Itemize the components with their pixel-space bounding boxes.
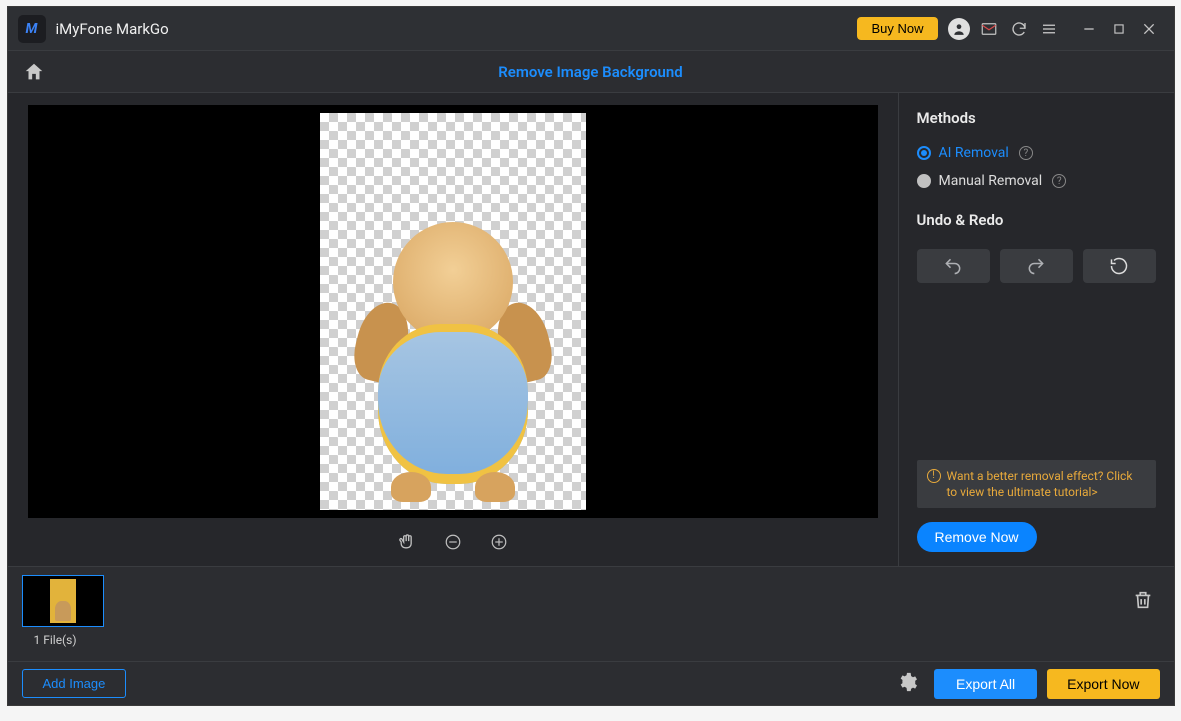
buy-now-button[interactable]: Buy Now bbox=[857, 17, 937, 40]
canvas-area bbox=[8, 93, 899, 566]
thumbnail-1[interactable] bbox=[22, 575, 104, 627]
undo-redo-row bbox=[917, 249, 1156, 283]
mode-title: Remove Image Background bbox=[20, 63, 1162, 81]
help-icon[interactable]: ? bbox=[1052, 174, 1066, 188]
side-panel: Methods AI Removal ? Manual Removal ? Un… bbox=[899, 93, 1174, 566]
radio-checked-icon bbox=[917, 146, 931, 160]
app-window: M iMyFone MarkGo Buy Now Remove bbox=[7, 6, 1175, 706]
zoom-in-icon[interactable] bbox=[488, 531, 510, 553]
footer-bar: Add Image Export All Export Now bbox=[8, 661, 1174, 705]
minimize-icon[interactable] bbox=[1076, 16, 1102, 42]
export-now-button[interactable]: Export Now bbox=[1047, 669, 1159, 699]
close-icon[interactable] bbox=[1136, 16, 1162, 42]
transparency-checker bbox=[320, 113, 586, 510]
radio-unchecked-icon bbox=[917, 174, 931, 188]
tutorial-tip-text: Want a better removal effect? Click to v… bbox=[947, 468, 1146, 500]
help-icon[interactable]: ? bbox=[1019, 146, 1033, 160]
mail-icon[interactable] bbox=[976, 16, 1002, 42]
canvas[interactable] bbox=[28, 105, 878, 518]
maximize-icon[interactable] bbox=[1106, 16, 1132, 42]
methods-heading: Methods bbox=[917, 109, 1156, 127]
redo-button[interactable] bbox=[1000, 249, 1073, 283]
thumbnail-preview bbox=[50, 579, 76, 623]
zoom-out-icon[interactable] bbox=[442, 531, 464, 553]
method-manual-removal[interactable]: Manual Removal ? bbox=[917, 173, 1156, 189]
pan-hand-icon[interactable] bbox=[396, 531, 418, 553]
user-account-icon[interactable] bbox=[946, 16, 972, 42]
thumbnail-strip: 1 File(s) bbox=[8, 566, 1174, 661]
file-count: 1 File(s) bbox=[34, 633, 77, 647]
export-all-button[interactable]: Export All bbox=[934, 669, 1037, 699]
add-image-button[interactable]: Add Image bbox=[22, 669, 127, 698]
app-title: iMyFone MarkGo bbox=[56, 20, 169, 38]
title-bar: M iMyFone MarkGo Buy Now bbox=[8, 7, 1174, 51]
info-icon: ! bbox=[927, 469, 941, 483]
tutorial-tip[interactable]: ! Want a better removal effect? Click to… bbox=[917, 460, 1156, 508]
main-area: Methods AI Removal ? Manual Removal ? Un… bbox=[8, 93, 1174, 566]
app-logo-icon: M bbox=[18, 15, 46, 43]
canvas-tools bbox=[8, 518, 898, 566]
undo-redo-heading: Undo & Redo bbox=[917, 211, 1156, 229]
subject-preview bbox=[363, 192, 543, 502]
method-manual-label: Manual Removal bbox=[939, 173, 1043, 189]
refresh-icon[interactable] bbox=[1006, 16, 1032, 42]
delete-button[interactable] bbox=[1132, 589, 1154, 615]
settings-button[interactable] bbox=[896, 671, 918, 697]
remove-now-button[interactable]: Remove Now bbox=[917, 522, 1037, 552]
sub-header: Remove Image Background bbox=[8, 51, 1174, 93]
undo-button[interactable] bbox=[917, 249, 990, 283]
reset-button[interactable] bbox=[1083, 249, 1156, 283]
method-ai-label: AI Removal bbox=[939, 145, 1009, 161]
menu-icon[interactable] bbox=[1036, 16, 1062, 42]
method-ai-removal[interactable]: AI Removal ? bbox=[917, 145, 1156, 161]
